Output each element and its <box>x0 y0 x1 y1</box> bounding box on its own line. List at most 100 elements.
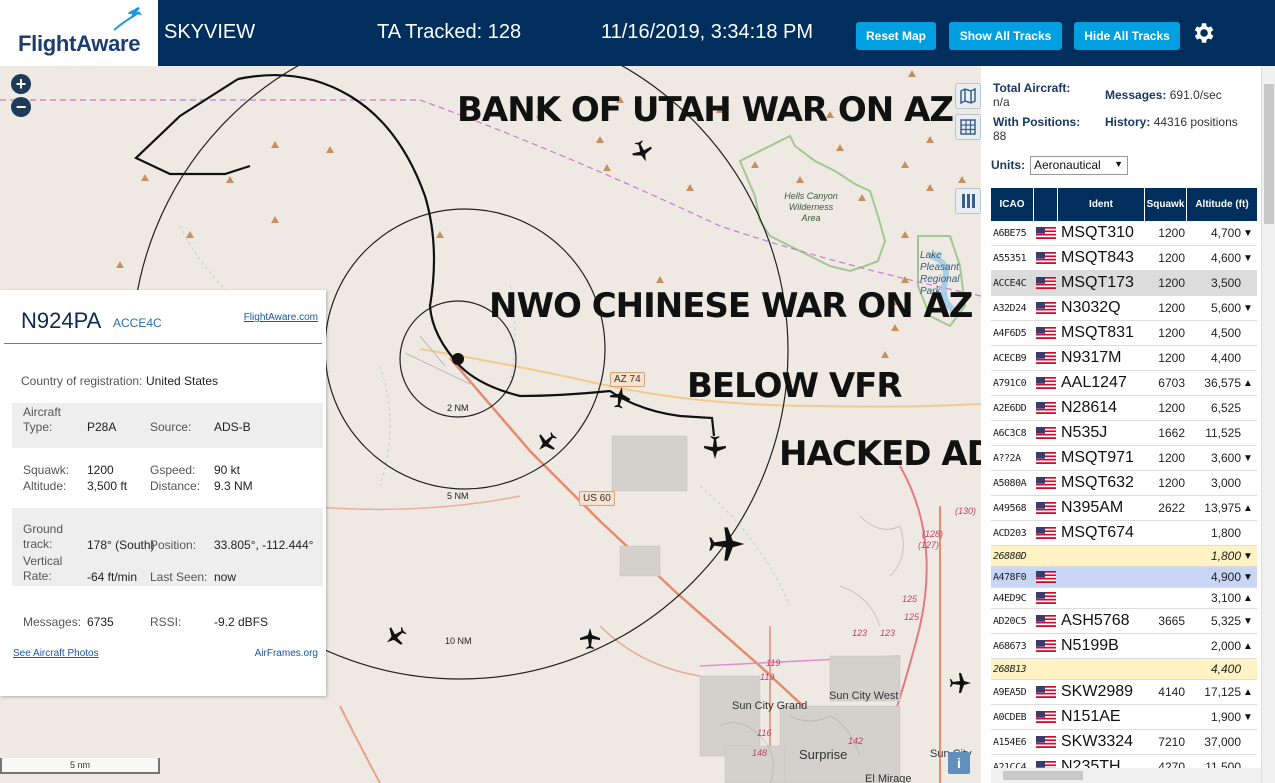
units-select[interactable]: Aeronautical ▼ <box>1030 156 1128 175</box>
airframes-link[interactable]: AirFrames.org <box>255 648 318 659</box>
col-icao[interactable]: ICAO <box>991 188 1034 221</box>
us-flag-icon <box>1036 496 1056 520</box>
table-row[interactable]: ACD203 MSQT674 1,800 <box>991 521 1257 546</box>
us-flag-icon <box>1036 346 1056 370</box>
messages-label: Messages: <box>23 615 82 629</box>
selected-hex: ACCE4C <box>113 316 162 330</box>
country-label: Country of registration: <box>21 374 143 388</box>
icao-cell: A9EA5D <box>993 686 1027 698</box>
jet-aircraft-icon[interactable] <box>706 524 746 564</box>
selected-aircraft-icon[interactable] <box>702 434 728 460</box>
table-row[interactable]: A4ED9C 3,100 ▲ <box>991 588 1257 609</box>
road-number: (130) <box>955 506 977 516</box>
altitude-cell: 4,900 <box>1210 570 1241 584</box>
map-layer-button[interactable] <box>955 83 981 109</box>
aircraft-icon[interactable] <box>384 624 408 648</box>
squawk-cell: 3665 <box>1158 614 1185 628</box>
table-row[interactable]: A6BE75 MSQT310 1200 4,700 ▼ <box>991 221 1257 246</box>
vrate-value: -64 ft/min <box>87 570 138 584</box>
show-all-tracks-button[interactable]: Show All Tracks <box>949 22 1062 50</box>
squawk-cell: 1200 <box>1158 351 1185 365</box>
table-row[interactable]: A0CDEB N151AE 1,900 ▼ <box>991 705 1257 730</box>
positions-stat: With Positions: 88 <box>993 115 1080 143</box>
aircraft-icon[interactable] <box>608 386 632 410</box>
table-row[interactable]: A791C0 AAL1247 6703 36,575 ▲ <box>991 371 1257 396</box>
altitude-cell: 3,500 <box>1210 276 1241 290</box>
table-row[interactable]: A154E6 SKW3324 7210 37,000 <box>991 730 1257 755</box>
us-flag-icon <box>1036 421 1056 445</box>
vertical-trend-icon: ▼ <box>1243 615 1253 627</box>
squawk-cell <box>1147 705 1185 729</box>
aircraft-icon[interactable] <box>578 627 602 651</box>
positions-value: 88 <box>993 129 1007 143</box>
zoom-out-button[interactable]: − <box>11 97 31 117</box>
gspeed-label: Gspeed: <box>150 463 196 477</box>
squawk-value: 1200 <box>87 463 114 477</box>
aircraft-icon[interactable] <box>630 139 654 163</box>
squawk-cell: 1200 <box>1158 301 1185 315</box>
us-flag-icon <box>1036 296 1056 320</box>
icao-cell: A4ED9C <box>993 592 1027 604</box>
vertical-trend-icon: ▼ <box>1243 227 1253 239</box>
us-flag-icon <box>1036 471 1056 495</box>
flightaware-link[interactable]: FlightAware.com <box>244 312 318 323</box>
us-flag-icon <box>1036 588 1056 608</box>
ident-cell: N3032Q <box>1061 299 1121 316</box>
table-row[interactable]: A2E6DD N28614 1200 6,525 <box>991 396 1257 421</box>
toggle-columns-button[interactable] <box>955 188 981 214</box>
squawk-cell <box>1147 546 1185 566</box>
table-row[interactable]: ACCE4C MSQT173 1200 3,500 <box>991 271 1257 296</box>
flightaware-logo[interactable]: FlightAware <box>0 0 158 66</box>
aircraft-icon[interactable] <box>948 671 972 695</box>
ident-cell: MSQT674 <box>1061 524 1134 541</box>
zoom-in-button[interactable]: + <box>11 74 31 94</box>
table-row[interactable]: A5080A MSQT632 1200 3,000 <box>991 471 1257 496</box>
ident-cell: MSQT310 <box>1061 224 1134 241</box>
col-flag[interactable] <box>1034 188 1058 221</box>
altitude-label: Altitude: <box>23 479 67 493</box>
scroll-thumb[interactable] <box>1264 84 1274 224</box>
table-row[interactable]: AD20C5 ASH5768 3665 5,325 ▼ <box>991 609 1257 634</box>
overlay-annotation: HACKED ADSB <box>779 434 981 474</box>
table-row[interactable]: ACECB9 N9317M 1200 4,400 <box>991 346 1257 371</box>
overlay-annotation: NWO CHINESE WAR ON AZ <box>489 286 973 326</box>
vertical-scrollbar[interactable] <box>1261 66 1275 783</box>
table-row[interactable]: A??2A MSQT971 1200 3,600 ▼ <box>991 446 1257 471</box>
hscroll-thumb[interactable] <box>1003 771 1083 780</box>
table-row[interactable]: 26880D 1,800 ▼ <box>991 546 1257 567</box>
history-stat: History: 44316 positions <box>1105 115 1245 129</box>
table-row[interactable]: A6C3C8 N535J 1662 11,525 <box>991 421 1257 446</box>
table-row[interactable]: A55351 MSQT843 1200 4,600 ▼ <box>991 246 1257 271</box>
map-grid-button[interactable] <box>955 114 981 140</box>
table-row[interactable]: 268B13 4,400 <box>991 659 1257 680</box>
col-altitude[interactable]: Altitude (ft) <box>1187 188 1257 221</box>
road-number: 125 <box>902 594 918 604</box>
table-row[interactable]: A49568 N395AM 2622 13,975 ▲ <box>991 496 1257 521</box>
aircraft-icon[interactable] <box>535 430 559 454</box>
road-number: 125 <box>904 612 920 622</box>
table-row[interactable]: A9EA5D SKW2989 4140 17,125 ▲ <box>991 680 1257 705</box>
messages-rate-label: Messages: <box>1105 88 1167 102</box>
info-button[interactable]: i <box>948 752 970 774</box>
gear-icon[interactable] <box>1190 20 1216 46</box>
squawk-cell <box>1147 634 1185 658</box>
table-row[interactable]: A68673 N5199B 2,000 ▲ <box>991 634 1257 659</box>
table-row[interactable]: A32D24 N3032Q 1200 5,600 ▼ <box>991 296 1257 321</box>
reset-map-button[interactable]: Reset Map <box>856 22 936 50</box>
horizontal-scrollbar[interactable] <box>991 768 1261 783</box>
aircraft-sidebar: Total Aircraft: n/a Messages: 691.0/sec … <box>981 66 1275 783</box>
source-value: ADS-B <box>214 420 251 434</box>
panel-divider <box>4 343 322 344</box>
selected-callsign: N924PA <box>21 308 102 333</box>
aircraft-photos-link[interactable]: See Aircraft Photos <box>13 648 99 659</box>
road-number: (128) <box>922 529 944 539</box>
col-squawk[interactable]: Squawk <box>1145 188 1187 221</box>
ident-cell: N151AE <box>1061 708 1121 725</box>
col-ident[interactable]: Ident <box>1058 188 1145 221</box>
table-row[interactable]: A478F0 4,900 ▼ <box>991 567 1257 588</box>
us-flag-icon <box>1036 221 1056 245</box>
type-label: Aircraft Type: <box>23 405 62 434</box>
hide-all-tracks-button[interactable]: Hide All Tracks <box>1074 22 1180 50</box>
table-row[interactable]: A4F6D5 MSQT831 1200 4,500 <box>991 321 1257 346</box>
table-row[interactable]: A21CC4 N235TH 4270 11,500 <box>991 755 1257 768</box>
